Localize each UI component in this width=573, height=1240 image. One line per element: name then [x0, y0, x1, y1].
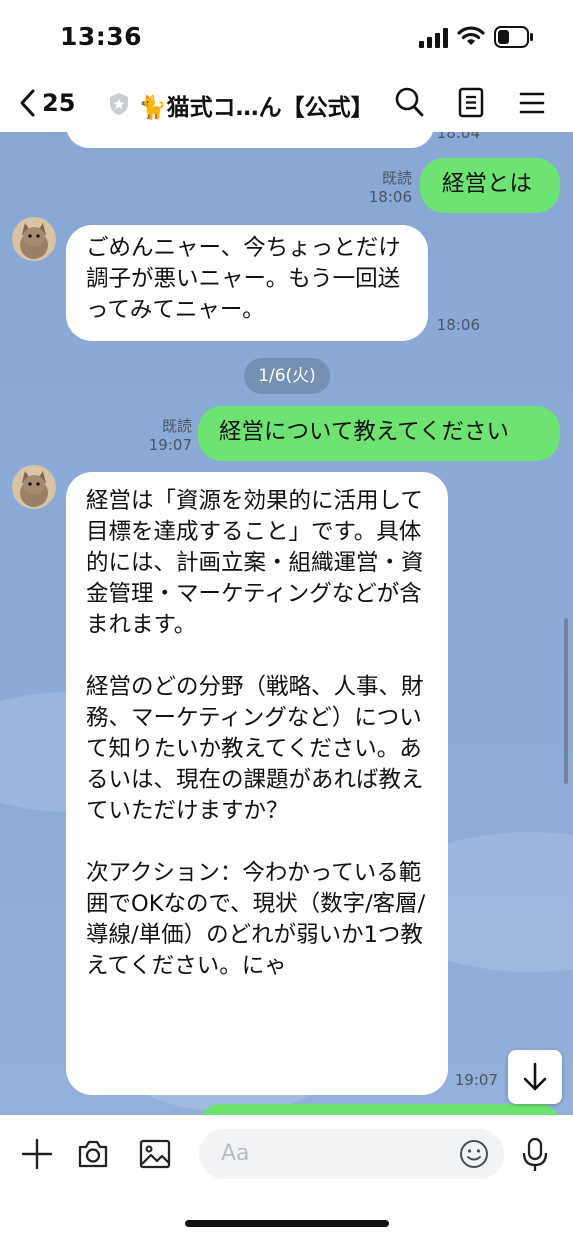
message-input-placeholder: Aa [221, 1141, 250, 1166]
message-time: 19:07 [148, 436, 192, 454]
cat-avatar-icon [12, 217, 56, 261]
message-meta: 既読 18:06 [350, 169, 412, 207]
menu-icon[interactable] [518, 86, 546, 120]
arrow-down-icon [523, 1062, 547, 1091]
message-text: 経営は「資源を効果的に活用して目標を達成すること」です。具体的には、計画立案・組… [86, 488, 426, 979]
message-time: 18:04 [436, 132, 480, 142]
message-time: 18:06 [436, 316, 480, 334]
scroll-to-bottom-button[interactable] [508, 1050, 562, 1104]
cellular-signal-icon [419, 28, 448, 48]
message-meta: 既読 19:07 [130, 417, 192, 455]
official-badge-icon [110, 93, 128, 115]
outgoing-message-bubble[interactable]: 経営について教えてください [198, 406, 560, 461]
chat-title: 🐈猫式コ…ん【公式】 [138, 95, 374, 121]
emoji-icon[interactable] [459, 1139, 489, 1169]
chat-area[interactable]: 18:04 既読 18:06 経営とは ごめんニャー、今ちょっとだけ調子が悪いニ… [0, 132, 573, 1115]
message-text: 経営について教えてください [219, 419, 510, 445]
camera-icon[interactable] [76, 1137, 110, 1171]
message-text: ごめんニャー、今ちょっとだけ調子が悪いニャー。もう一回送ってみてニャー。 [86, 235, 401, 323]
avatar[interactable] [12, 217, 56, 261]
scrollbar[interactable] [564, 618, 568, 784]
image-icon[interactable] [138, 1137, 172, 1171]
chevron-left-icon [20, 89, 35, 117]
message-text: 経営とは [442, 171, 533, 197]
read-receipt: 既読 [381, 169, 412, 187]
wifi-icon [457, 26, 485, 45]
outgoing-message-bubble-partial[interactable] [200, 1104, 560, 1115]
search-icon[interactable] [394, 86, 426, 120]
avatar[interactable] [12, 465, 56, 509]
status-time: 13:36 [60, 22, 143, 51]
date-separator: 1/6(火) [244, 358, 330, 394]
message-input[interactable]: Aa [199, 1129, 504, 1179]
incoming-message-bubble[interactable]: 経営は「資源を効果的に活用して目標を達成すること」です。具体的には、計画立案・組… [66, 472, 448, 1095]
message-time: 18:06 [368, 188, 412, 206]
read-receipt: 既読 [161, 417, 192, 435]
message-time: 19:07 [454, 1071, 498, 1089]
outgoing-message-bubble[interactable]: 経営とは [420, 158, 560, 213]
unread-count: 25 [42, 89, 76, 117]
home-indicator [185, 1220, 389, 1227]
microphone-icon[interactable] [520, 1137, 550, 1173]
battery-icon [494, 26, 533, 48]
status-bar: 13:36 [0, 0, 573, 76]
back-button[interactable]: 25 [18, 88, 75, 118]
chat-header: 25 🐈猫式コ…ん【公式】 [0, 76, 573, 132]
cat-avatar-icon [12, 465, 56, 509]
plus-icon[interactable] [20, 1137, 54, 1171]
notes-icon[interactable] [457, 86, 485, 120]
incoming-message-bubble[interactable]: ごめんニャー、今ちょっとだけ調子が悪いニャー。もう一回送ってみてニャー。 [66, 225, 428, 341]
message-bubble-partial[interactable] [66, 132, 434, 148]
